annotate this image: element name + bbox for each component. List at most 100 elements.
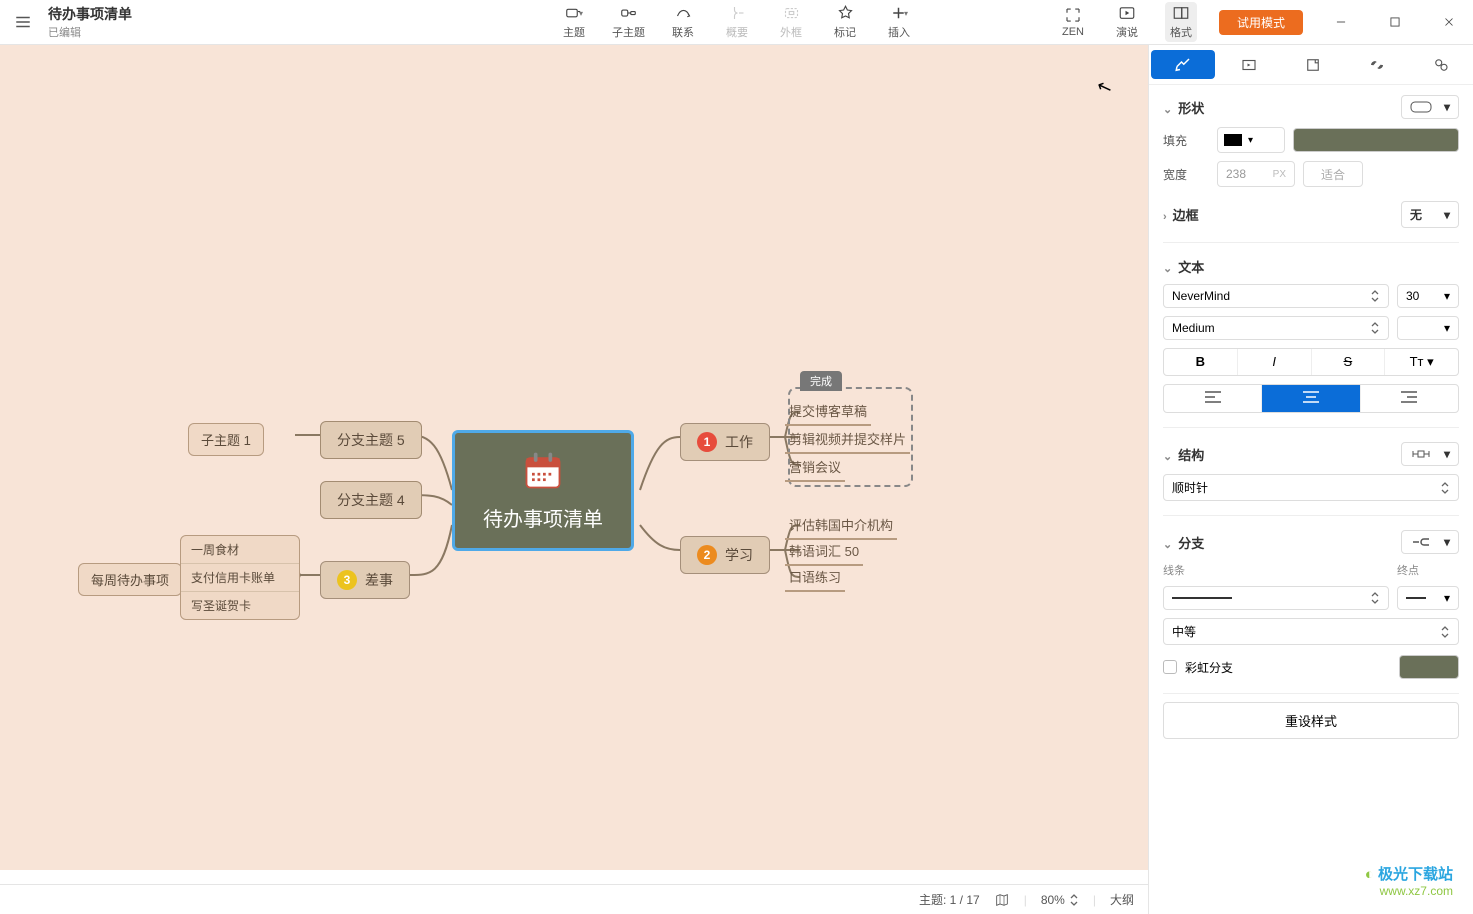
tab-style[interactable] <box>1151 50 1215 79</box>
tb-insert-label: 插入 <box>888 24 910 40</box>
fill-label: 填充 <box>1163 132 1209 149</box>
tb-zen-label: ZEN <box>1062 26 1084 38</box>
tb-format[interactable]: 格式 <box>1165 2 1197 42</box>
boundary-label[interactable]: 完成 <box>800 371 842 391</box>
branch-study[interactable]: 2学习 <box>680 536 770 574</box>
fit-button[interactable]: 适合 <box>1303 161 1363 187</box>
font-color-dropdown[interactable]: ▾ <box>1397 316 1459 340</box>
tab-link[interactable] <box>1345 45 1409 84</box>
tb-present[interactable]: 演说 <box>1111 4 1143 40</box>
rainbow-checkbox[interactable] <box>1163 660 1177 674</box>
sect-structure-label: 结构 <box>1178 448 1204 463</box>
tab-note[interactable] <box>1281 45 1345 84</box>
fill-mode-dropdown[interactable]: ▾ <box>1217 127 1285 153</box>
tab-canvas[interactable] <box>1217 45 1281 84</box>
bold-button[interactable]: B <box>1164 349 1238 375</box>
work-item-1[interactable]: 剪辑视频并提交样片 <box>785 427 910 454</box>
branch-work-label: 工作 <box>725 432 753 452</box>
errand-item-2[interactable]: 写圣诞贺卡 <box>181 592 299 619</box>
close-button[interactable] <box>1433 6 1465 38</box>
tb-insert[interactable]: ▾ 插入 <box>883 4 915 40</box>
study-item-2[interactable]: 口语练习 <box>785 565 845 592</box>
tb-summary: 概要 <box>721 4 753 40</box>
width-label: 宽度 <box>1163 166 1209 183</box>
align-right-button[interactable] <box>1361 385 1458 412</box>
study-item-1[interactable]: 韩语词汇 50 <box>785 539 863 566</box>
subtopic-1[interactable]: 子主题 1 <box>188 423 264 456</box>
weekly-todo[interactable]: 每周待办事项 <box>78 563 182 596</box>
fill-color-swatch[interactable] <box>1293 128 1459 152</box>
tb-present-label: 演说 <box>1116 24 1138 40</box>
canvas[interactable]: 待办事项清单 分支主题 5 子主题 1 分支主题 4 3差事 每周待办事项 一周… <box>0 45 1148 870</box>
branch-color-swatch[interactable] <box>1399 655 1459 679</box>
errand-item-0[interactable]: 一周食材 <box>181 536 299 564</box>
errand-group[interactable]: 一周食材 支付信用卡账单 写圣诞贺卡 <box>180 535 300 620</box>
map-icon[interactable] <box>994 892 1010 908</box>
branch-errand-label: 差事 <box>365 570 393 590</box>
branch-shape-selector[interactable]: ▾ <box>1401 530 1459 554</box>
errand-item-1[interactable]: 支付信用卡账单 <box>181 564 299 592</box>
study-item-0[interactable]: 评估韩国中介机构 <box>785 513 897 540</box>
align-left-button[interactable] <box>1164 385 1262 412</box>
outline-button[interactable]: 大纲 <box>1110 891 1134 908</box>
sect-shape-label: 形状 <box>1178 101 1204 116</box>
shape-selector[interactable]: ▾ <box>1401 95 1459 119</box>
topic-count: 主题: 1 / 17 <box>919 891 980 908</box>
italic-button[interactable]: I <box>1238 349 1312 375</box>
work-item-0[interactable]: 提交博客草稿 <box>785 399 871 426</box>
tb-subtopic-label: 子主题 <box>612 24 645 40</box>
structure-selector[interactable]: ▾ <box>1401 442 1459 466</box>
title-block: 待办事项清单 已编辑 <box>48 4 132 40</box>
font-family-dropdown[interactable]: NeverMind <box>1163 284 1389 308</box>
reset-style-button[interactable]: 重设样式 <box>1163 702 1459 739</box>
cursor-icon: ↖ <box>1094 75 1115 100</box>
align-center-button[interactable] <box>1262 385 1360 412</box>
branch-4[interactable]: 分支主题 4 <box>320 481 422 519</box>
textcase-button[interactable]: Tᴛ ▾ <box>1385 349 1458 375</box>
line-label: 线条 <box>1163 562 1185 578</box>
minimize-button[interactable] <box>1325 6 1357 38</box>
maximize-button[interactable] <box>1379 6 1411 38</box>
tb-zen[interactable]: ZEN <box>1057 6 1089 38</box>
doc-subtitle: 已编辑 <box>48 24 132 40</box>
endpoint-dropdown[interactable]: ▾ <box>1397 586 1459 610</box>
line-style-dropdown[interactable] <box>1163 586 1389 610</box>
center-topic-label: 待办事项清单 <box>483 503 603 532</box>
work-item-2[interactable]: 营销会议 <box>785 455 845 482</box>
tb-format-label: 格式 <box>1170 24 1192 40</box>
branch-5[interactable]: 分支主题 5 <box>320 421 422 459</box>
tb-subtopic[interactable]: 子主题 <box>612 4 645 40</box>
tb-boundary: 外框 <box>775 4 807 40</box>
branch-errand[interactable]: 3差事 <box>320 561 410 599</box>
tb-marker-label: 标记 <box>834 24 856 40</box>
tb-relation-label: 联系 <box>672 24 694 40</box>
thickness-dropdown[interactable]: 中等 <box>1163 618 1459 645</box>
sect-branch-label: 分支 <box>1178 536 1204 551</box>
menu-button[interactable] <box>8 7 38 37</box>
trial-button[interactable]: 试用模式 <box>1219 10 1303 35</box>
tab-info[interactable] <box>1409 45 1473 84</box>
sect-text-label: 文本 <box>1178 260 1204 275</box>
tb-summary-label: 概要 <box>726 24 748 40</box>
center-topic[interactable]: 待办事项清单 <box>452 430 634 551</box>
tb-marker[interactable]: 标记 <box>829 4 861 40</box>
doc-title: 待办事项清单 <box>48 4 132 24</box>
strike-button[interactable]: S <box>1312 349 1386 375</box>
tb-topic[interactable]: ▾ 主题 <box>558 4 590 40</box>
status-bar: 主题: 1 / 17 | 80% | 大纲 <box>0 884 1148 914</box>
branch-study-label: 学习 <box>725 545 753 565</box>
zoom-control[interactable]: 80% <box>1041 893 1079 907</box>
width-input[interactable]: 238PX <box>1217 161 1295 187</box>
tb-relation[interactable]: 联系 <box>667 4 699 40</box>
tb-topic-label: 主题 <box>563 24 585 40</box>
sect-border-label: 边框 <box>1173 208 1199 223</box>
calendar-icon <box>521 449 565 493</box>
structure-direction-dropdown[interactable]: 顺时针 <box>1163 474 1459 501</box>
font-weight-dropdown[interactable]: Medium <box>1163 316 1389 340</box>
border-selector[interactable]: 无▾ <box>1401 201 1459 228</box>
format-panel: ⌄形状 ▾ 填充 ▾ 宽度 238PX 适合 ›边框 无▾ ⌄文本 <box>1148 45 1473 914</box>
branch-work[interactable]: 1工作 <box>680 423 770 461</box>
rainbow-label: 彩虹分支 <box>1185 659 1391 676</box>
tb-boundary-label: 外框 <box>780 24 802 40</box>
font-size-dropdown[interactable]: 30▾ <box>1397 284 1459 308</box>
